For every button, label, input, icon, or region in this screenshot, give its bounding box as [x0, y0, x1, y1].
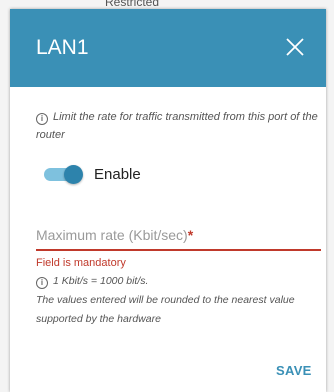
dialog-title: LAN1 [36, 36, 89, 59]
info-icon: i [36, 113, 48, 125]
toggle-knob [64, 165, 83, 184]
error-message: Field is mandatory [36, 257, 126, 269]
enable-label: Enable [94, 166, 141, 183]
info-text: Limit the rate for traffic transmitted f… [36, 111, 318, 141]
close-icon[interactable] [282, 34, 308, 60]
enable-toggle-row: Enable [44, 165, 141, 184]
max-rate-field[interactable]: Maximum rate (Kbit/sec)* [36, 223, 321, 251]
dialog-header: LAN1 [10, 9, 326, 87]
background-text: Restricted [105, 0, 160, 8]
note-line-2: The values entered will be rounded to th… [36, 294, 295, 325]
save-button[interactable]: SAVE [276, 363, 312, 378]
rate-note: i 1 Kbit/s = 1000 bit/s. The values enter… [36, 272, 326, 329]
enable-toggle[interactable] [44, 165, 83, 184]
info-description: i Limit the rate for traffic transmitted … [36, 108, 321, 144]
info-icon: i [36, 277, 48, 289]
note-line-1: 1 Kbit/s = 1000 bit/s. [53, 275, 149, 287]
lan-rate-dialog: LAN1 i Limit the rate for traffic transmi… [10, 9, 326, 392]
max-rate-input[interactable] [36, 223, 321, 242]
